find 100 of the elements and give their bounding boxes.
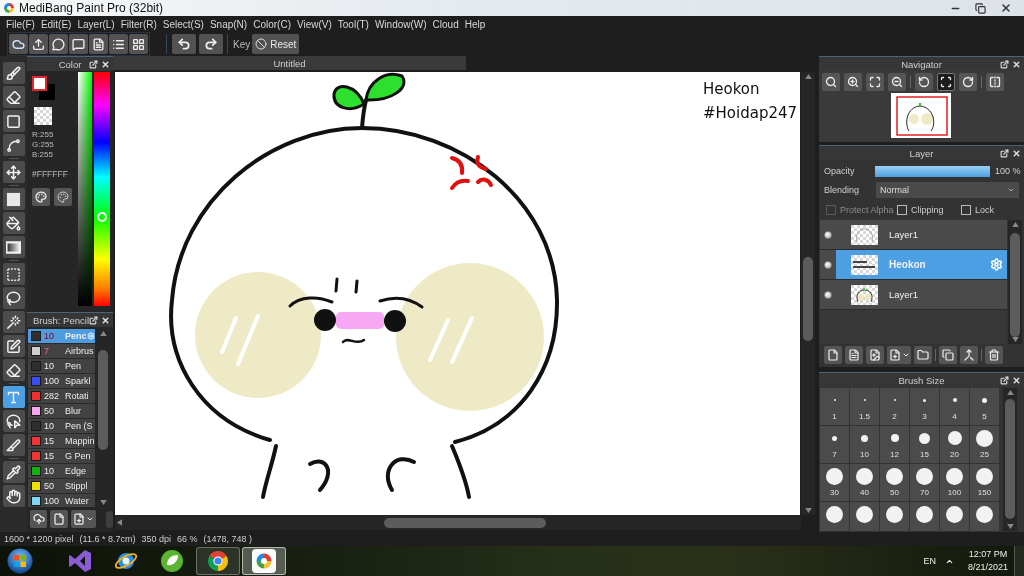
menu-item[interactable]: Cloud: [432, 18, 459, 30]
toolbar-button[interactable]: [9, 34, 28, 54]
tool-button[interactable]: [2, 86, 25, 108]
close-icon[interactable]: [101, 315, 110, 325]
brush-list-item[interactable]: 10 Pen (S: [28, 419, 95, 434]
navigator-button[interactable]: [986, 73, 1004, 91]
close-icon[interactable]: [1012, 59, 1021, 69]
tool-button[interactable]: [2, 110, 25, 132]
primary-color-swatch-icon[interactable]: [32, 76, 47, 91]
tool-button[interactable]: [2, 485, 25, 507]
brush-size-cell[interactable]: 40: [850, 464, 879, 501]
toolbar-button[interactable]: [29, 34, 48, 54]
clock-date[interactable]: 8/21/2021: [967, 561, 1008, 574]
popout-icon[interactable]: [89, 315, 98, 325]
brush-size-cell[interactable]: 100: [940, 464, 969, 501]
hue-slider[interactable]: [94, 72, 110, 306]
brush-list-item[interactable]: 10 Edge: [28, 464, 95, 479]
palette-button[interactable]: [54, 188, 72, 206]
opacity-slider[interactable]: [875, 165, 990, 177]
tool-button[interactable]: [2, 461, 25, 483]
brush-size-cell[interactable]: 2: [880, 388, 909, 425]
palette-button[interactable]: [32, 188, 50, 206]
scrollbar[interactable]: [96, 329, 110, 507]
scrollbar[interactable]: [801, 72, 815, 515]
brush-list-item[interactable]: 15 Mappin: [28, 434, 95, 449]
toolbar-button[interactable]: [89, 34, 108, 54]
layer-row[interactable]: Layer1: [820, 220, 1008, 250]
close-icon[interactable]: [1000, 2, 1012, 14]
option-checkbox[interactable]: Lock: [961, 204, 1001, 215]
brush-size-cell[interactable]: 12: [880, 426, 909, 463]
close-icon[interactable]: [1012, 148, 1021, 158]
scroll-handle[interactable]: [106, 510, 113, 528]
brush-size-cell[interactable]: 10: [850, 426, 879, 463]
checkbox-icon[interactable]: [961, 204, 971, 215]
popout-icon[interactable]: [1000, 148, 1009, 158]
brush-list-item[interactable]: 100 Sparkl: [28, 374, 95, 389]
gear-icon[interactable]: [86, 332, 95, 340]
navigator-button[interactable]: [866, 73, 884, 91]
tool-button[interactable]: [2, 335, 25, 357]
down-arrow-icon[interactable]: [99, 500, 107, 505]
brush-size-cell[interactable]: 4: [940, 388, 969, 425]
navigator-button[interactable]: [937, 73, 955, 91]
upload-button[interactable]: [30, 510, 48, 528]
brush-size-cell[interactable]: [880, 502, 909, 531]
down-arrow-icon[interactable]: [1006, 524, 1014, 529]
scroll-thumb[interactable]: [1010, 233, 1021, 337]
option-checkbox[interactable]: Clipping: [897, 204, 961, 215]
brush-list-item[interactable]: 282 Rotati: [28, 389, 95, 404]
brush-size-cell[interactable]: 150: [970, 464, 999, 501]
clock-time[interactable]: 12:07 PM: [968, 548, 1008, 561]
navigator-button[interactable]: [959, 73, 977, 91]
tool-button[interactable]: [2, 134, 25, 156]
menu-item[interactable]: View(V): [296, 18, 332, 30]
layer-tool-button[interactable]: [824, 346, 842, 364]
taskbar-app-button[interactable]: [242, 547, 286, 575]
tool-button[interactable]: [2, 236, 25, 258]
delete-layer-button[interactable]: [985, 346, 1003, 364]
taskbar-app-button[interactable]: [196, 547, 240, 575]
scroll-thumb[interactable]: [1005, 399, 1015, 519]
visibility-dot-icon[interactable]: [824, 290, 832, 299]
redo-button[interactable]: [199, 34, 223, 54]
tool-button[interactable]: [2, 434, 25, 456]
brush-size-cell[interactable]: 30: [820, 464, 849, 501]
brush-size-cell[interactable]: [940, 502, 969, 531]
menu-item[interactable]: Snap(N): [209, 18, 248, 30]
menu-item[interactable]: Window(W): [374, 18, 427, 30]
up-arrow-icon[interactable]: [804, 74, 812, 79]
tool-button[interactable]: [2, 62, 25, 84]
brush-size-cell[interactable]: 1.5: [850, 388, 879, 425]
tool-button[interactable]: [2, 212, 25, 234]
new-brush-button[interactable]: [50, 510, 68, 528]
brush-size-cell[interactable]: 20: [940, 426, 969, 463]
tool-button[interactable]: [2, 410, 25, 432]
brush-size-cell[interactable]: 15: [910, 426, 939, 463]
layer-tool-button[interactable]: [914, 346, 932, 364]
brush-size-cell[interactable]: 25: [970, 426, 999, 463]
tool-button[interactable]: [2, 161, 25, 183]
menu-item[interactable]: File(F): [6, 18, 35, 30]
brush-size-cell[interactable]: [910, 502, 939, 531]
menu-item[interactable]: Color(C): [253, 18, 291, 30]
brush-size-cell[interactable]: 3: [910, 388, 939, 425]
close-icon[interactable]: [101, 59, 110, 69]
language-indicator[interactable]: EN: [923, 556, 936, 566]
down-arrow-icon[interactable]: [1011, 337, 1019, 342]
transparent-swatch-icon[interactable]: [34, 107, 52, 125]
brush-list-item[interactable]: 50 Stippl: [28, 479, 95, 494]
toolbar-button[interactable]: [69, 34, 88, 54]
navigator-thumbnail[interactable]: [890, 93, 951, 138]
brush-list-item[interactable]: 15 G Pen: [28, 449, 95, 464]
brush-list-item[interactable]: 7 Airbrus: [28, 344, 95, 359]
scrollbar[interactable]: [1003, 388, 1017, 531]
toolbar-button[interactable]: [49, 34, 68, 54]
navigator-button[interactable]: [844, 73, 862, 91]
checkbox-icon[interactable]: [897, 204, 907, 215]
tool-button[interactable]: [2, 188, 25, 210]
layer-tool-button[interactable]: [939, 346, 957, 364]
scroll-thumb[interactable]: [803, 257, 813, 341]
menu-item[interactable]: Layer(L): [77, 18, 115, 30]
up-arrow-icon[interactable]: [99, 331, 107, 336]
hue-marker[interactable]: [97, 212, 107, 223]
